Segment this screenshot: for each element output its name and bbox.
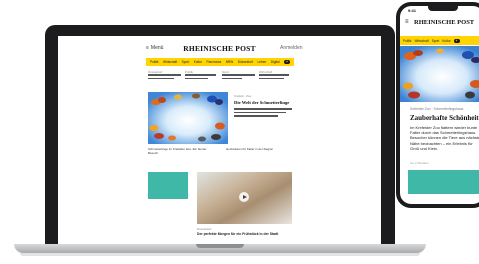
butterfly-hero-image[interactable]: [148, 92, 228, 144]
account-link[interactable]: Anmelden: [280, 45, 303, 51]
article-title[interactable]: Zauberhafte Schönheiten: [410, 114, 479, 122]
plus-badge[interactable]: +: [284, 60, 290, 64]
teal-ad-block[interactable]: [148, 172, 188, 199]
nav-item[interactable]: Panorama: [207, 60, 222, 64]
nav-item[interactable]: Sport: [432, 39, 440, 43]
laptop-screen: ≡ Menü RHEINISCHE POST Anmelden Politik …: [58, 36, 381, 244]
nav-item[interactable]: Kultur: [442, 39, 450, 43]
sub-teaser[interactable]: Hochsaison für Falter in der Region: [226, 147, 292, 155]
play-icon[interactable]: [239, 192, 249, 202]
hero-kicker: Krefeld · Zoo: [234, 94, 252, 98]
nav-item[interactable]: Sport: [182, 60, 190, 64]
nav-item[interactable]: NRW: [226, 60, 234, 64]
plus-badge[interactable]: +: [453, 38, 460, 43]
phone-site-header: ≡ RHEINISCHE POST: [400, 18, 479, 30]
nav-item[interactable]: Kultur: [194, 60, 202, 64]
photo-story-caption[interactable]: Düsseldorf Der perfekte Morgen für ein F…: [197, 227, 292, 236]
site-top-bar: ≡ Menü RHEINISCHE POST Anmelden: [58, 44, 381, 54]
site-logo[interactable]: RHEINISCHE POST: [58, 44, 381, 53]
photo-story-image[interactable]: [197, 172, 292, 224]
photo-story-kicker: Düsseldorf: [197, 227, 212, 231]
photo-story-title: Der perfekte Morgen für ein Frühstück in…: [197, 232, 279, 236]
butterfly-hero-image[interactable]: [400, 46, 479, 102]
teaser-item[interactable]: Düsseldorf: [148, 70, 181, 81]
status-time: 9:41: [408, 8, 417, 13]
account-label: Anmelden: [280, 45, 303, 51]
teaser-row: Düsseldorf Politik Sport Wirtschaft: [148, 70, 292, 81]
article-kicker: Krefelder Zoo · Schmetterlingshaus: [410, 107, 464, 111]
article-timestamp: vor 2 Stunden: [410, 161, 429, 165]
phone-logo[interactable]: RHEINISCHE POST: [414, 19, 474, 26]
article-body: Im Krefelder Zoo flattern wieder bunte F…: [410, 125, 479, 151]
teaser-item[interactable]: Sport: [222, 70, 255, 81]
sub-teaser[interactable]: Schmetterlinge im Krefelder Zoo: Ein bun…: [148, 147, 214, 155]
nav-item[interactable]: Wirtschaft: [163, 60, 177, 64]
phone-category-nav: Politik Wirtschaft Sport Kultur +: [400, 36, 479, 45]
hamburger-icon[interactable]: ≡: [405, 19, 409, 25]
category-nav: Politik Wirtschaft Sport Kultur Panorama…: [146, 58, 294, 66]
nav-item[interactable]: Wirtschaft: [415, 39, 429, 43]
nav-item[interactable]: Leben: [257, 60, 266, 64]
sub-teaser-row: Schmetterlinge im Krefelder Zoo: Ein bun…: [148, 147, 292, 155]
laptop-notch: [196, 244, 244, 248]
hero-article[interactable]: Krefeld · Zoo Die Welt der Schmetterling…: [234, 94, 292, 119]
nav-item[interactable]: Digital: [271, 60, 280, 64]
teal-ad-block[interactable]: [408, 170, 479, 194]
nav-item[interactable]: Politik: [403, 39, 412, 43]
phone-screen: 9:41 ≡ RHEINISCHE POST Politik Wirtschaf…: [400, 6, 479, 204]
hero-title: Die Welt der Schmetterlinge: [234, 100, 290, 105]
phone-notch: [428, 6, 458, 11]
teaser-item[interactable]: Wirtschaft: [259, 70, 292, 81]
nav-item[interactable]: Politik: [150, 60, 159, 64]
nav-item[interactable]: Düsseldorf: [238, 60, 253, 64]
teaser-item[interactable]: Politik: [185, 70, 218, 81]
laptop-shadow: [20, 253, 420, 256]
